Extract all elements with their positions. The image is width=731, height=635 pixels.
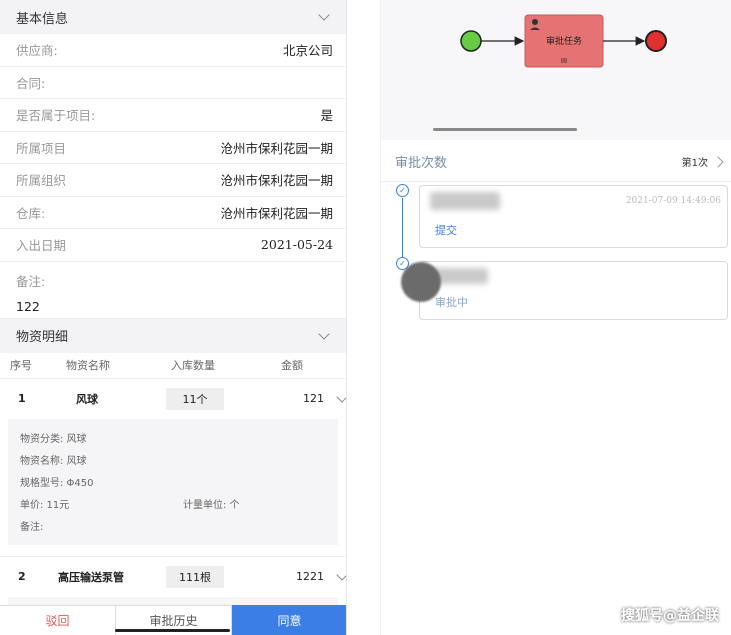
watermark: 搜狐号@益企联 xyxy=(621,608,719,624)
field-label: 仓库: xyxy=(16,205,46,221)
field-contract: 合同: xyxy=(0,67,346,99)
materials-header[interactable]: 物资明细 xyxy=(0,318,346,353)
approval-count-value: 第1次 xyxy=(681,158,708,169)
check-icon: ✓ xyxy=(396,184,409,197)
field-value: 是 xyxy=(320,108,333,124)
column-header: 金额 xyxy=(281,359,303,372)
field-value: 沧州市保利花园一期 xyxy=(220,140,333,156)
field-value: 北京公司 xyxy=(282,43,333,59)
detail-spec: 规格型号: Φ450 xyxy=(20,478,94,489)
task-marker: III xyxy=(561,57,567,65)
field-label: 是否属于项目: xyxy=(16,108,96,124)
field-warehouse: 仓库: 沧州市保利花园一期 xyxy=(0,197,346,229)
detail-remark: 备注: xyxy=(20,522,44,533)
field-organization: 所属组织 沧州市保利花园一期 xyxy=(0,164,346,197)
field-remark: 备注: 122 xyxy=(0,262,346,319)
field-project: 所属项目 沧州市保利花园一期 xyxy=(0,132,346,164)
chevron-down-icon[interactable] xyxy=(336,390,346,403)
column-header: 物资名称 xyxy=(66,359,110,372)
field-label: 合同: xyxy=(16,75,46,91)
divider xyxy=(0,545,346,557)
record-action: 审批中 xyxy=(435,296,468,309)
approval-count-title: 审批次数 xyxy=(395,156,448,171)
detail-category: 物资分类: 风球 xyxy=(20,434,87,445)
remark-value: 122 xyxy=(16,298,40,314)
field-value: 沧州市保利花园一期 xyxy=(220,173,333,189)
process-diagram: 审批任务 III xyxy=(381,0,731,140)
chevron-down-icon[interactable] xyxy=(336,568,346,581)
material-qty: 11个 xyxy=(166,387,224,410)
approval-record-card[interactable]: 2021-07-09 14:49:06 提交 xyxy=(419,185,728,248)
field-is-project: 是否属于项目: 是 xyxy=(0,99,346,132)
material-row[interactable]: 2 高压输送泵管 111根 1221 xyxy=(0,557,346,597)
material-qty: 111根 xyxy=(166,565,224,588)
material-name: 高压输送泵管 xyxy=(58,570,124,584)
field-label: 所属项目 xyxy=(16,140,67,156)
basic-info-header[interactable]: 基本信息 xyxy=(0,0,346,34)
material-detail: 物资分类: 风球 物资名称: 风球 规格型号: Φ450 单价: 11元 计量单… xyxy=(8,418,338,545)
end-event-icon[interactable] xyxy=(645,30,667,52)
column-header: 序号 xyxy=(10,359,32,372)
field-supplier: 供应商: 北京公司 xyxy=(0,34,346,67)
reject-button[interactable]: 驳回 xyxy=(0,605,115,635)
materials-column-headers: 序号 物资名称 入库数量 金额 xyxy=(0,353,346,379)
form-panel: 基本信息 供应商: 北京公司 合同: 是否属于项目: 是 所属项目 沧州市保利花… xyxy=(0,0,347,635)
material-amount: 1221 xyxy=(296,570,324,583)
timeline-line xyxy=(402,198,403,260)
home-indicator xyxy=(115,629,230,632)
detail-price-unit: 单价: 11元 计量单位: 个 xyxy=(20,493,326,515)
process-diagram-svg: 审批任务 III xyxy=(460,14,667,68)
approval-count-row[interactable]: 审批次数 第1次 xyxy=(381,142,731,182)
task-label: 审批任务 xyxy=(546,35,582,47)
field-label: 所属组织 xyxy=(16,173,67,189)
agree-button[interactable]: 同意 xyxy=(232,605,346,635)
avatar xyxy=(401,262,441,302)
remark-label: 备注: xyxy=(16,273,46,289)
detail-unit: 计量单位: 个 xyxy=(183,500,240,511)
field-label: 供应商: xyxy=(16,43,58,59)
material-amount: 121 xyxy=(303,392,324,405)
detail-name: 物资名称: 风球 xyxy=(20,456,87,467)
material-name: 风球 xyxy=(76,392,98,406)
basic-info-title: 基本信息 xyxy=(16,11,69,27)
materials-title: 物资明细 xyxy=(16,330,69,345)
chevron-down-icon[interactable] xyxy=(318,327,330,340)
record-time: 2021-07-09 14:49:06 xyxy=(625,196,721,206)
column-header: 入库数量 xyxy=(171,359,215,372)
chevron-right-icon[interactable] xyxy=(712,155,724,168)
chevron-down-icon[interactable] xyxy=(318,9,330,21)
diagram-scrollbar[interactable] xyxy=(433,128,577,131)
material-no: 1 xyxy=(18,392,26,405)
approval-count: 第1次 xyxy=(681,154,724,169)
field-label: 入出日期 xyxy=(16,238,67,254)
field-value: 2021-05-24 xyxy=(260,237,333,253)
detail-price: 单价: 11元 xyxy=(20,500,70,511)
approval-panel: 审批任务 III 审批次数 第1次 ✓ ✓ 2021-07-09 14:49:0… xyxy=(380,0,731,635)
record-action: 提交 xyxy=(435,224,457,237)
material-row[interactable]: 1 风球 11个 121 xyxy=(0,379,346,419)
field-date: 入出日期 2021-05-24 xyxy=(0,229,346,262)
blurred-user-name xyxy=(430,192,500,210)
approval-record-card[interactable]: 审批中 xyxy=(419,261,728,320)
start-event-icon[interactable] xyxy=(460,30,482,52)
field-value: 沧州市保利花园一期 xyxy=(220,205,333,221)
